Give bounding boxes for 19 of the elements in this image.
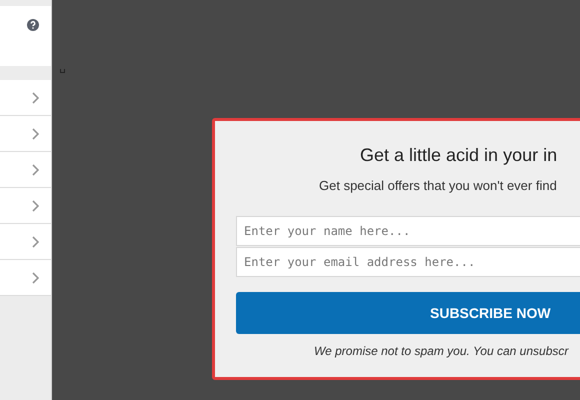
chevron-icon [32,200,39,212]
popup-title: Get a little acid in your in [360,145,558,166]
email-field[interactable]: Enter your email address here... [236,247,580,277]
popup-subtitle: Get special offers that you won't ever find [319,178,558,193]
subscribe-button[interactable]: SUBSCRIBE NOW [236,292,580,334]
sidebar-item[interactable] [0,116,51,152]
chevron-icon [32,236,39,248]
sidebar-item[interactable] [0,80,51,116]
privacy-note: We promise not to spam you. You can unsubscr [314,344,570,358]
chevron-icon [32,92,39,104]
sidebar-item[interactable] [0,188,51,224]
chevron-icon [32,164,39,176]
sidebar-item[interactable] [0,260,51,296]
chevron-icon [32,128,39,140]
chevron-icon [32,272,39,284]
sidebar-item[interactable] [0,224,51,260]
sidebar-item[interactable] [0,152,51,188]
help-icon[interactable] [27,19,39,31]
name-field[interactable]: Enter your name here... [236,216,580,246]
